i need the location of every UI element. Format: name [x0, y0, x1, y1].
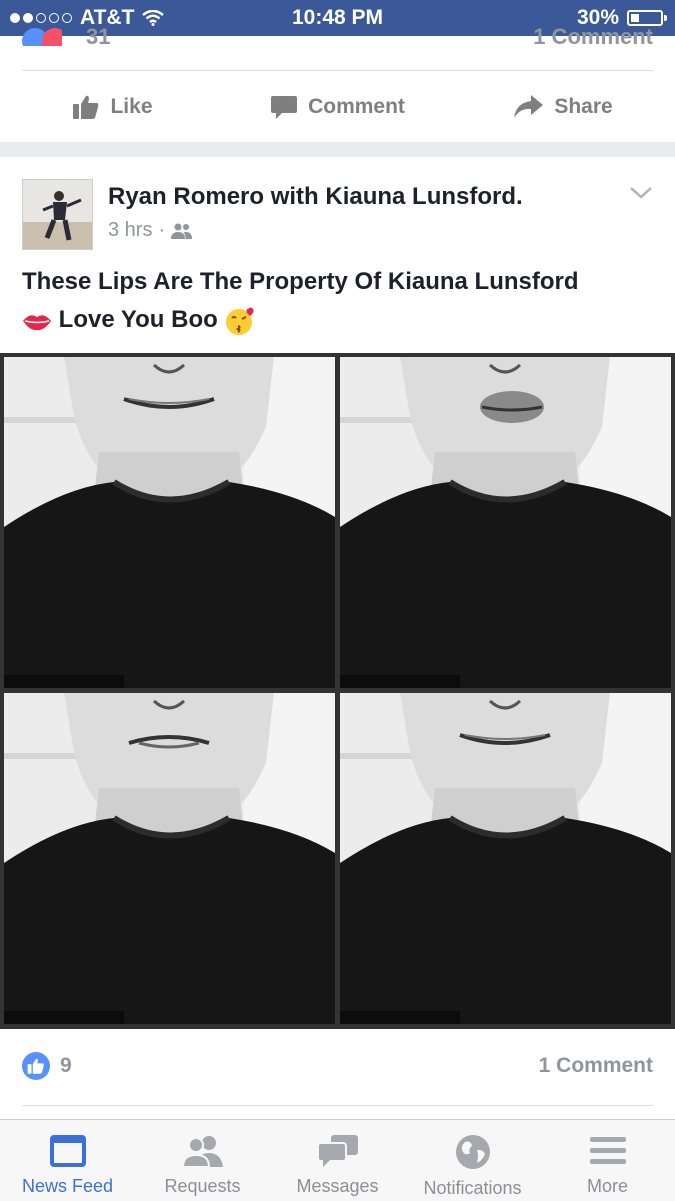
author-avatar[interactable] — [22, 179, 93, 250]
post-author[interactable]: Ryan Romero with Kiauna Lunsford. — [108, 183, 523, 211]
post-card: Ryan Romero with Kiauna Lunsford. 3 hrs … — [0, 157, 675, 1119]
previous-comment-count[interactable]: 1 Comment — [533, 24, 653, 50]
post-text-line-1: These Lips Are The Property Of Kiauna Lu… — [22, 268, 579, 295]
tab-label: Requests — [164, 1176, 241, 1196]
news-feed-icon — [49, 1135, 86, 1167]
post-meta: 3 hrs · — [108, 219, 193, 242]
like-count: 9 — [60, 1054, 72, 1077]
previous-reaction-count[interactable]: 31 — [86, 24, 110, 50]
tab-notifications[interactable]: Notifications — [405, 1120, 540, 1201]
comment-bubble-icon — [271, 96, 298, 119]
post-action-bar: Like Comment Share — [0, 86, 675, 128]
post-text-love: Love You Boo — [58, 306, 218, 333]
tab-more[interactable]: More — [540, 1120, 675, 1201]
tab-label: Messages — [296, 1176, 379, 1196]
like-badge-icon — [22, 1052, 50, 1080]
tab-label: More — [586, 1176, 628, 1196]
post-time[interactable]: 3 hrs — [108, 219, 152, 242]
chevron-down-icon[interactable] — [629, 185, 653, 201]
comment-label: Comment — [308, 95, 405, 118]
friends-icon — [171, 223, 193, 239]
more-menu-icon — [589, 1137, 626, 1164]
photo-2[interactable] — [340, 357, 671, 688]
photo-3[interactable] — [4, 693, 335, 1024]
post-text: These Lips Are The Property Of Kiauna Lu… — [22, 263, 652, 339]
share-label: Share — [554, 95, 613, 118]
requests-icon — [181, 1136, 223, 1168]
like-label: Like — [110, 95, 153, 118]
photo-grid — [0, 353, 675, 1029]
tab-requests[interactable]: Requests — [135, 1120, 270, 1201]
tab-news-feed[interactable]: News Feed — [0, 1120, 135, 1201]
previous-post-card: 31 1 Comment Like Comment Share — [0, 24, 675, 142]
share-button[interactable]: Share — [450, 86, 675, 128]
tab-messages[interactable]: Messages — [270, 1120, 405, 1201]
share-arrow-icon — [514, 95, 544, 118]
like-summary[interactable]: 9 — [22, 1052, 72, 1080]
reaction-icons — [22, 28, 62, 46]
post-text-line-2: Love You Boo — [22, 301, 652, 339]
thumbs-up-icon — [73, 95, 99, 119]
messages-icon — [316, 1135, 358, 1167]
tab-label: Notifications — [423, 1178, 522, 1198]
comment-button[interactable]: Comment — [225, 86, 450, 128]
divider — [22, 70, 653, 71]
lips-emoji-icon — [23, 314, 51, 330]
divider — [22, 1105, 653, 1106]
bottom-tab-bar: News Feed Requests Messages Notification… — [0, 1119, 675, 1201]
notifications-globe-icon — [455, 1135, 490, 1169]
photo-1[interactable] — [4, 357, 335, 688]
like-button[interactable]: Like — [0, 86, 225, 128]
photo-4[interactable] — [340, 693, 671, 1024]
avatar-photo — [23, 180, 92, 249]
tab-label: News Feed — [21, 1176, 114, 1196]
kissing-face-emoji-icon — [226, 307, 255, 335]
comment-count[interactable]: 1 Comment — [539, 1054, 653, 1078]
